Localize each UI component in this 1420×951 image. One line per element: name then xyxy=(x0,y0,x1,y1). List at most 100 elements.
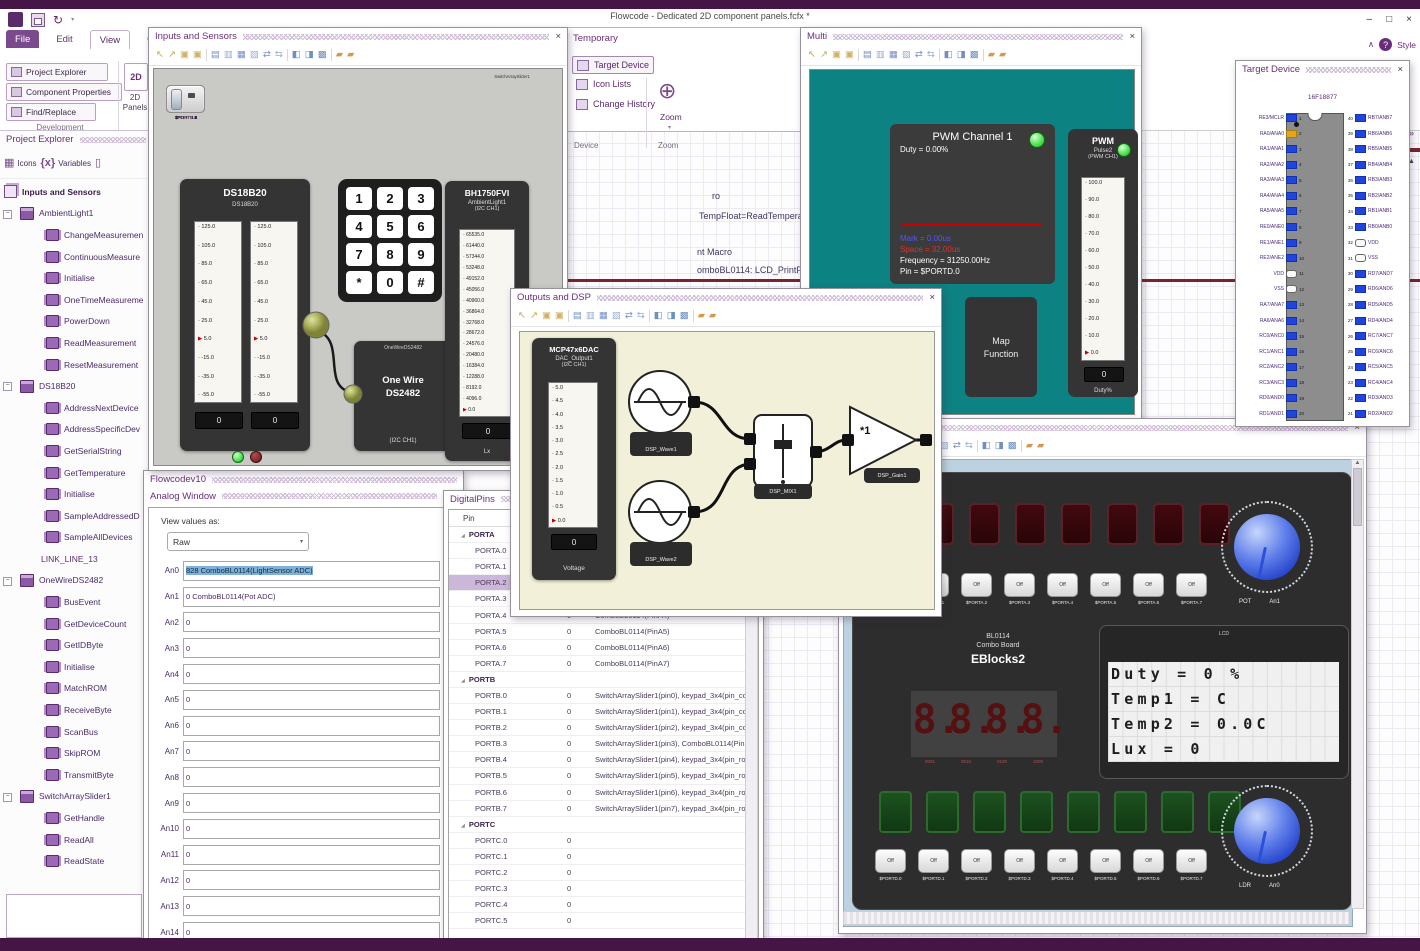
onewire-ds2482-component[interactable]: OneWireDS2482 One Wire DS2482 (I2C CH1) xyxy=(354,341,452,451)
toolbar-icon[interactable]: ▰ xyxy=(347,50,354,60)
scroll-up-icon[interactable]: ▲ xyxy=(1352,460,1363,466)
digital-pin-row[interactable]: PORTC.0 0 xyxy=(449,833,758,849)
tree-item[interactable]: GetHandle xyxy=(0,807,148,829)
chip-pin[interactable]: RA2/ANA2 4 xyxy=(1238,160,1308,170)
toolbar-icon[interactable]: ▣ xyxy=(555,311,564,321)
analog-value-field[interactable]: 0 xyxy=(183,844,440,865)
chip-pin[interactable]: RA3/ANA3 5 xyxy=(1238,175,1308,185)
ribbon-tab[interactable]: Edit xyxy=(47,30,81,48)
keypad-key[interactable]: 3 xyxy=(408,187,434,210)
digital-pin-row[interactable]: PORTB.0 0 SwitchArraySlider1(pin0), keyp… xyxy=(449,688,758,705)
tree-item[interactable]: BusEvent xyxy=(0,591,148,613)
analog-value-field[interactable]: 0 xyxy=(183,793,440,814)
tree-item[interactable]: ChangeMeasuremen xyxy=(0,224,148,246)
off-button[interactable]: Off xyxy=(1047,849,1078,873)
chip-pin[interactable]: 23 RC4/ANC4 xyxy=(1344,378,1414,388)
keypad-key[interactable]: 9 xyxy=(408,243,434,266)
save-icon[interactable] xyxy=(31,12,45,27)
close-icon[interactable]: × xyxy=(1397,65,1403,75)
toggle-switch[interactable] xyxy=(166,85,205,113)
toolbar-icon[interactable]: ▧ xyxy=(902,50,911,60)
explorer-tool[interactable]: ▯ xyxy=(95,157,104,169)
help-icon[interactable]: ? xyxy=(1379,38,1393,51)
tree-item[interactable]: LINK_LINE_13 xyxy=(0,548,148,570)
chip-pin[interactable]: VDD 11 xyxy=(1238,269,1308,279)
toolbar-icon[interactable]: ▧ xyxy=(250,50,259,60)
board-vertical-scrollbar[interactable]: ▲ xyxy=(1351,459,1364,909)
off-button[interactable]: Off xyxy=(1090,849,1121,873)
close-icon[interactable]: × xyxy=(555,32,561,42)
toolbar-icon[interactable]: ◧ xyxy=(944,50,953,60)
chip-pin[interactable]: 31 VSS xyxy=(1344,253,1414,263)
2d-panel-button[interactable]: 2D xyxy=(124,63,148,91)
chip-pin[interactable]: RC1/ANC1 16 xyxy=(1238,347,1308,357)
ds18b20-component[interactable]: DS18B20 DS18B20 125.0 105.0 85.0 65.0 45.0 25… xyxy=(180,179,310,451)
find-replace-button[interactable]: Find/Replace xyxy=(6,103,96,121)
toolbar-icon[interactable] xyxy=(648,310,650,322)
toolbar-icon[interactable]: ⇄ xyxy=(915,50,923,60)
tree-item[interactable]: OneWireDS2482 xyxy=(0,570,148,592)
keypad-key[interactable]: 1 xyxy=(346,187,372,210)
toolbar-icon[interactable]: ⇄ xyxy=(263,50,271,60)
chip-pin[interactable]: RC2/ANC2 17 xyxy=(1238,362,1308,372)
off-button[interactable]: Off xyxy=(1004,573,1035,597)
chip-pin[interactable]: 28 RD5/AND5 xyxy=(1344,300,1414,310)
green-button[interactable] xyxy=(879,791,912,833)
off-button[interactable]: Off xyxy=(1133,849,1164,873)
chip-pin[interactable]: RA7/ANA7 13 xyxy=(1238,300,1308,310)
tree-item[interactable]: GetSerialString xyxy=(0,440,148,462)
tree-item[interactable]: SwitchArraySlider1 xyxy=(0,786,148,808)
digital-pin-row[interactable]: PORTB.5 0 SwitchArraySlider1(pin5), keyp… xyxy=(449,768,758,785)
map-function-component[interactable]: Map Function xyxy=(965,297,1037,397)
ds18b20-scale-1[interactable]: 125.0 105.0 85.0 65.0 45.0 25.0 5.0 -15.0 -35.0 -… xyxy=(194,221,242,403)
chip-pin[interactable]: RE3/MCLR 1 xyxy=(1238,113,1308,123)
toolbar-icon[interactable]: ▰ xyxy=(999,50,1006,60)
chip-pin[interactable]: 36 RB3/ANB3 xyxy=(1344,175,1414,185)
chip-pin[interactable]: RA0/ANA0 2 xyxy=(1238,129,1308,139)
pot-knob-ball[interactable] xyxy=(1234,514,1300,580)
toolbar-icon[interactable] xyxy=(938,49,940,61)
toolbar-icon[interactable]: ▣ xyxy=(845,50,854,60)
digital-pin-row[interactable]: PORTB.2 0 SwitchArraySlider1(pin2), keyp… xyxy=(449,720,758,737)
dsp-wave2-plate[interactable]: DSP_Wave2 xyxy=(630,542,692,566)
digital-pin-row[interactable]: PORTA.7 0 ComboBL0114(PinA7) xyxy=(449,656,758,672)
green-button[interactable] xyxy=(1114,791,1147,833)
digital-pin-row[interactable]: PORTC xyxy=(449,817,758,833)
digital-pin-row[interactable]: PORTB.7 0 SwitchArraySlider1(pin7), keyp… xyxy=(449,801,758,817)
toolbar-icon[interactable]: ↗ xyxy=(530,311,538,321)
ribbon-tab[interactable]: View xyxy=(89,30,131,49)
digital-pin-row[interactable]: PORTB.6 0 SwitchArraySlider1(pin6), keyp… xyxy=(449,785,758,801)
analog-value-field[interactable]: 0 xyxy=(183,767,440,788)
green-button[interactable] xyxy=(1161,791,1194,833)
tree-item[interactable]: ReceiveByte xyxy=(0,699,148,721)
digital-pin-row[interactable]: PORTB xyxy=(449,672,758,688)
dsp-mix-plate[interactable]: DSP_MIX1 xyxy=(754,484,812,499)
toolbar-icon[interactable]: ▤ xyxy=(863,50,872,60)
toolbar-icon[interactable]: ◧ xyxy=(654,311,663,321)
toolbar-icon[interactable] xyxy=(976,440,978,452)
toolbar-icon[interactable]: ▩ xyxy=(1008,441,1017,451)
chip-pin[interactable]: 24 RC5/ANC5 xyxy=(1344,362,1414,372)
toolbar-icon[interactable]: ▰ xyxy=(1037,441,1044,451)
tree-item[interactable]: GetIDByte xyxy=(0,634,148,656)
toolbar-icon[interactable]: ◨ xyxy=(305,50,314,60)
analog-value-field[interactable]: 0 xyxy=(183,818,440,839)
scrollbar-thumb[interactable] xyxy=(1353,468,1362,526)
multi-window-titlebar[interactable]: Multi × xyxy=(801,28,1141,45)
keypad-key[interactable]: 7 xyxy=(346,243,372,266)
toolbar-icon[interactable]: ▣ xyxy=(832,50,841,60)
toolbar-icon[interactable]: ▩ xyxy=(680,311,689,321)
pot-knob[interactable] xyxy=(1221,501,1313,593)
digital-pin-row[interactable]: PORTC.4 0 xyxy=(449,897,758,914)
tree-item[interactable]: DS18B20 xyxy=(0,375,148,397)
toolbar-icon[interactable]: ↗ xyxy=(820,50,828,60)
pwm-scope-component[interactable]: PWM Channel 1 Duty = 0.00% Mark = 0.00us… xyxy=(890,124,1055,284)
zoom-icon[interactable]: ⊕ xyxy=(658,80,676,102)
analog-value-field[interactable]: 0 xyxy=(183,870,440,891)
toolbar-icon[interactable]: ↖ xyxy=(808,50,816,60)
toolbar-icon[interactable]: ◧ xyxy=(292,50,301,60)
chip-pin[interactable]: RA1/ANA1 3 xyxy=(1238,144,1308,154)
ldr-knob-ball[interactable] xyxy=(1234,798,1300,864)
ds18b20-scale-2[interactable]: 125.0 105.0 85.0 65.0 45.0 25.0 5.0 -15.0 -35.0 -… xyxy=(250,221,298,403)
toolbar-icon[interactable] xyxy=(330,49,332,61)
